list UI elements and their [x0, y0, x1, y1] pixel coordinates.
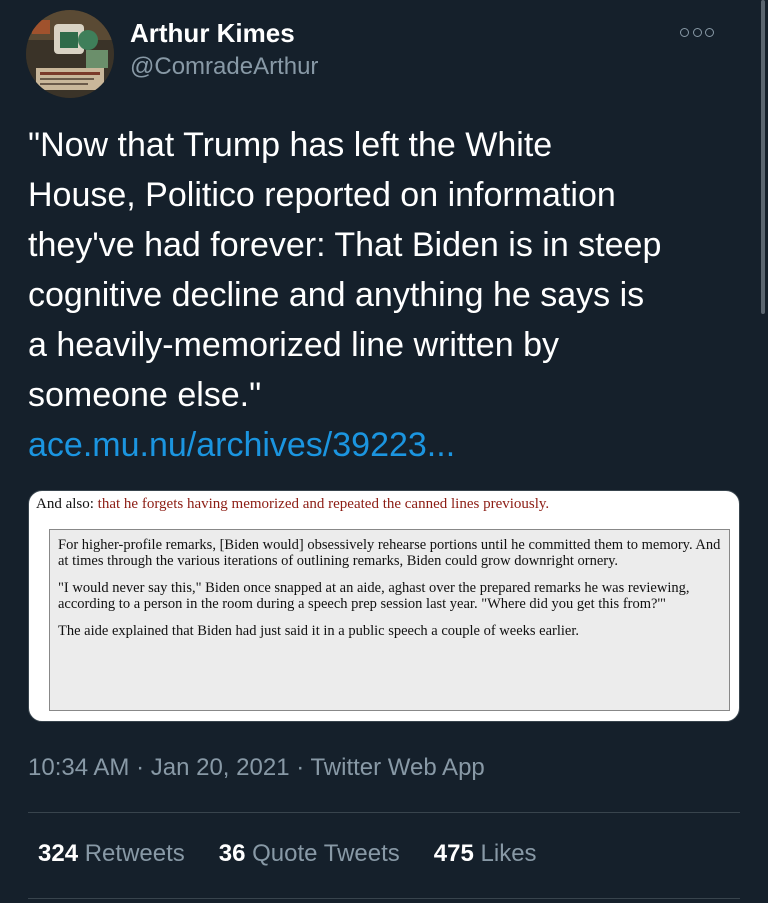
dot	[705, 27, 714, 37]
quote-tweets-label: Quote Tweets	[252, 840, 400, 867]
retweets-stat[interactable]: 324 Retweets	[38, 840, 185, 868]
avatar[interactable]	[26, 10, 114, 98]
tweet-stats: 324 Retweets 36 Quote Tweets 475 Likes	[38, 840, 537, 868]
dot	[692, 27, 702, 37]
separator: ·	[136, 754, 145, 781]
tweet-time[interactable]: 10:34 AM	[28, 754, 129, 781]
quote-paragraph: The aide explained that Biden had just s…	[58, 623, 580, 639]
quote-paragraph: "I would never say this," Biden once sna…	[58, 580, 690, 612]
retweets-count: 324	[38, 840, 79, 867]
tweet-text: "Now that Trump has left the White House…	[28, 126, 662, 414]
user-name[interactable]: Arthur Kimes	[130, 18, 295, 49]
divider	[28, 898, 740, 899]
dot	[680, 27, 689, 37]
likes-count: 475	[433, 840, 474, 867]
avatar-image	[26, 10, 114, 98]
tweet-source[interactable]: Twitter Web App	[310, 754, 484, 781]
media-intro: And also: that he forgets having memoriz…	[36, 496, 736, 513]
tweet-date[interactable]: Jan 20, 2021	[151, 754, 290, 781]
separator: ·	[296, 754, 305, 781]
user-handle[interactable]: @ComradeArthur	[130, 53, 318, 81]
likes-label: Likes	[480, 840, 537, 867]
scrollbar[interactable]	[761, 0, 765, 314]
retweets-label: Retweets	[84, 840, 185, 867]
more-dots-icon[interactable]	[680, 24, 714, 40]
quote-box: For higher-profile remarks, [Biden would…	[49, 529, 730, 711]
quote-tweets-stat[interactable]: 36 Quote Tweets	[219, 840, 400, 868]
tweet-link[interactable]: ace.mu.nu/archives/39223...	[28, 420, 455, 470]
quote-tweets-count: 36	[218, 840, 246, 867]
tweet: Arthur Kimes @ComradeArthur "Now that Tr…	[0, 0, 768, 903]
quote-paragraph: For higher-profile remarks, [Biden would…	[58, 537, 721, 569]
divider	[28, 812, 740, 813]
media-image[interactable]: And also: that he forgets having memoriz…	[28, 490, 740, 722]
likes-stat[interactable]: 475 Likes	[434, 840, 537, 868]
media-intro-prefix: And also:	[36, 496, 94, 512]
media-intro-highlight: that he forgets having memorized and rep…	[97, 496, 550, 512]
timestamp: 10:34 AM · Jan 20, 2021 · Twitter Web Ap…	[28, 754, 485, 782]
